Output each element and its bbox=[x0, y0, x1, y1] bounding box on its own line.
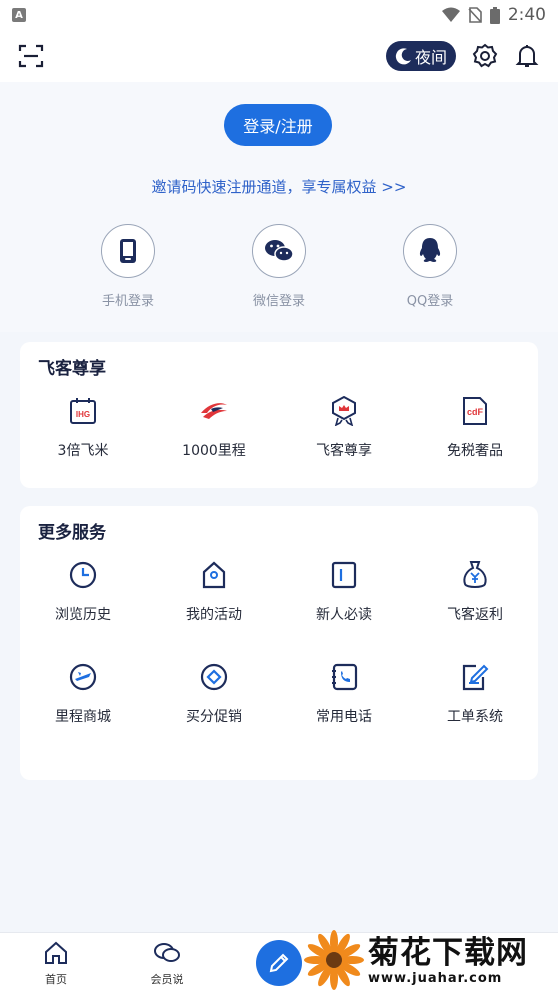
status-time: 2:40 bbox=[507, 5, 546, 25]
nav-home-label: 首页 bbox=[45, 973, 67, 986]
svg-text:IHG: IHG bbox=[76, 410, 90, 419]
qq-login-label: QQ登录 bbox=[406, 294, 454, 309]
vip-item-label: 3倍飞米 bbox=[57, 443, 109, 459]
cdf-icon: cdF bbox=[463, 397, 487, 425]
diamond-circle-icon bbox=[200, 663, 228, 691]
vip-item-label: 免税奢品 bbox=[447, 443, 503, 459]
service-points-promo[interactable]: 买分促销 bbox=[159, 662, 269, 726]
battery-icon bbox=[489, 6, 500, 24]
vip-item-triple-miles[interactable]: IHG 3倍飞米 bbox=[28, 396, 138, 460]
service-label: 飞客返利 bbox=[447, 607, 503, 623]
notification-a-icon: A bbox=[12, 8, 26, 22]
nav-members-say-label: 会员说 bbox=[150, 973, 184, 986]
qq-icon bbox=[419, 238, 441, 262]
login-methods: 手机登录 微信登录 QQ登录 bbox=[0, 224, 558, 314]
clock-icon bbox=[69, 561, 97, 589]
qq-login[interactable]: QQ登录 bbox=[380, 224, 480, 309]
vip-card-title: 飞客尊享 bbox=[38, 359, 106, 379]
vip-item-exclusive[interactable]: 飞客尊享 bbox=[289, 396, 399, 460]
pen-icon bbox=[269, 953, 289, 973]
bell-icon bbox=[515, 45, 539, 67]
nav-members-say[interactable]: 会员说 bbox=[137, 941, 197, 987]
gear-icon bbox=[472, 43, 498, 68]
night-mode-label: 夜间 bbox=[414, 48, 447, 67]
watermark-text: 菊花下载网 bbox=[368, 934, 528, 971]
service-mileage-mall[interactable]: 里程商城 bbox=[28, 662, 138, 726]
scan-button[interactable] bbox=[18, 43, 44, 69]
services-card-title: 更多服务 bbox=[38, 523, 106, 543]
phone-icon bbox=[120, 239, 136, 263]
service-label: 买分促销 bbox=[186, 709, 242, 725]
scan-icon bbox=[18, 44, 44, 68]
login-header: 登录/注册 邀请码快速注册通道，享专属权益 >> 手机登录 微信登录 QQ登录 bbox=[0, 82, 558, 332]
flower-logo-icon bbox=[304, 930, 364, 990]
settings-button[interactable] bbox=[472, 43, 498, 69]
vip-item-duty-free[interactable]: cdF 免税奢品 bbox=[420, 396, 530, 460]
service-label: 浏览历史 bbox=[55, 607, 111, 623]
watermark: 菊花下载网 www.juahar.com bbox=[304, 928, 558, 992]
nav-home[interactable]: 首页 bbox=[26, 941, 86, 987]
services-card: 更多服务 浏览历史 我的活动 新人必读 飞客返利 里程商城 买分促销 常用电话 … bbox=[20, 506, 538, 780]
wechat-login-circle[interactable] bbox=[252, 224, 306, 278]
crown-badge-icon bbox=[332, 396, 356, 426]
no-sim-icon bbox=[468, 7, 482, 23]
phone-book-icon bbox=[332, 663, 358, 691]
phone-login-label: 手机登录 bbox=[101, 294, 154, 309]
home-tag-icon bbox=[202, 561, 226, 589]
book-icon bbox=[331, 561, 357, 589]
plane-circle-icon bbox=[69, 663, 97, 691]
status-bar: A 2:40 bbox=[0, 0, 558, 30]
svg-text:cdF: cdF bbox=[467, 407, 484, 417]
service-ticket-system[interactable]: 工单系统 bbox=[420, 662, 530, 726]
wechat-icon bbox=[265, 240, 294, 262]
wechat-login-label: 微信登录 bbox=[252, 294, 305, 309]
compose-fab-button[interactable] bbox=[256, 940, 302, 986]
ihg-calendar-icon: IHG bbox=[70, 398, 96, 424]
service-label: 新人必读 bbox=[316, 607, 372, 623]
service-history[interactable]: 浏览历史 bbox=[28, 560, 138, 624]
moon-icon bbox=[395, 48, 411, 65]
invite-code-link[interactable]: 邀请码快速注册通道，享专属权益 >> bbox=[0, 176, 558, 197]
china-eastern-icon bbox=[201, 403, 227, 419]
service-my-activities[interactable]: 我的活动 bbox=[159, 560, 269, 624]
money-bag-icon bbox=[463, 561, 487, 588]
service-label: 工单系统 bbox=[447, 709, 503, 725]
top-bar: 夜间 bbox=[0, 30, 558, 82]
service-common-phones[interactable]: 常用电话 bbox=[289, 662, 399, 726]
service-newbie-guide[interactable]: 新人必读 bbox=[289, 560, 399, 624]
vip-item-label: 飞客尊享 bbox=[316, 443, 372, 459]
service-label: 常用电话 bbox=[316, 709, 372, 725]
login-register-button[interactable]: 登录/注册 bbox=[224, 104, 332, 146]
vip-item-label: 1000里程 bbox=[182, 443, 246, 459]
wifi-icon bbox=[441, 7, 460, 22]
service-label: 里程商城 bbox=[55, 709, 111, 725]
home-icon bbox=[45, 941, 67, 964]
phone-login[interactable]: 手机登录 bbox=[78, 224, 178, 309]
watermark-url: www.juahar.com bbox=[368, 970, 503, 986]
edit-note-icon bbox=[462, 664, 489, 691]
chat-icon bbox=[154, 943, 180, 962]
vip-card: 飞客尊享 IHG 3倍飞米 1000里程 飞客尊享 cdF 免税奢品 bbox=[20, 342, 538, 488]
service-rebate[interactable]: 飞客返利 bbox=[420, 560, 530, 624]
night-mode-button[interactable]: 夜间 bbox=[386, 41, 456, 71]
phone-login-circle[interactable] bbox=[101, 224, 155, 278]
vip-item-mileage[interactable]: 1000里程 bbox=[159, 396, 269, 460]
qq-login-circle[interactable] bbox=[403, 224, 457, 278]
wechat-login[interactable]: 微信登录 bbox=[229, 224, 329, 309]
notifications-button[interactable] bbox=[514, 43, 540, 69]
service-label: 我的活动 bbox=[186, 607, 242, 623]
